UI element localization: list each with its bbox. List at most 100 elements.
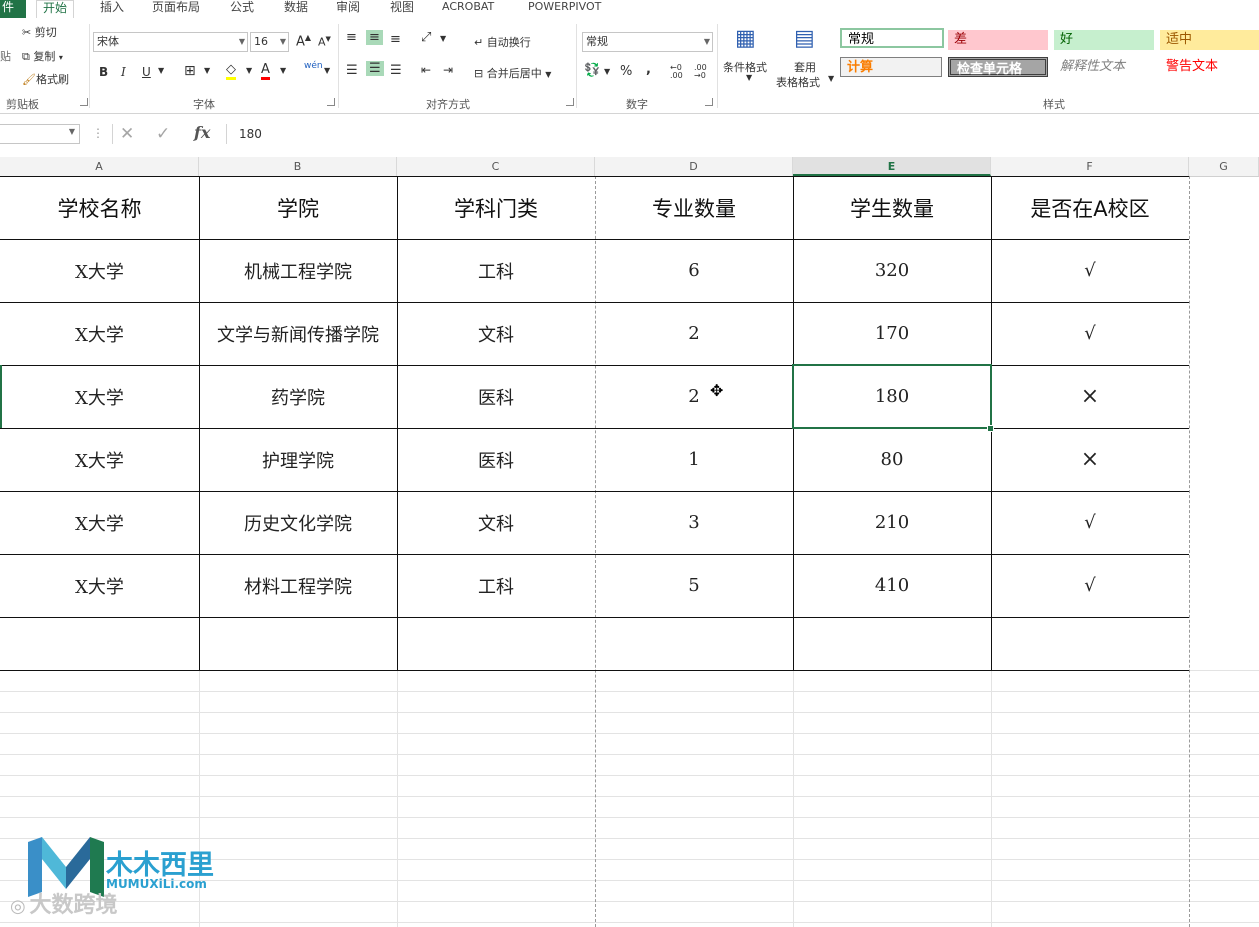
conditional-format-button[interactable]: 条件格式: [723, 59, 767, 75]
table-cell[interactable]: 210: [793, 491, 991, 554]
insert-function-icon[interactable]: fx: [194, 123, 210, 142]
table-cell[interactable]: X大学: [0, 365, 199, 428]
decrease-font-button[interactable]: A▼: [318, 35, 331, 49]
table-cell[interactable]: 410: [793, 554, 991, 617]
table-cell[interactable]: 历史文化学院: [199, 491, 397, 554]
chevron-down-icon[interactable]: ▼: [280, 66, 286, 75]
cut-button[interactable]: ✂ 剪切: [22, 24, 57, 40]
wrap-text-button[interactable]: ↵ 自动换行: [474, 34, 531, 50]
style-check-cell[interactable]: 检查单元格: [948, 57, 1048, 77]
table-header-cell[interactable]: 是否在A校区: [991, 176, 1189, 239]
table-cell[interactable]: 2: [595, 302, 793, 365]
chevron-down-icon[interactable]: ▼: [828, 74, 834, 83]
currency-icon[interactable]: 💱: [584, 63, 600, 78]
style-calculation[interactable]: 计算: [840, 57, 942, 77]
number-format-select[interactable]: 常规 ▼: [582, 32, 713, 52]
format-as-table-icon[interactable]: ▤: [794, 26, 815, 51]
style-bad[interactable]: 差: [948, 30, 1048, 50]
align-left-icon[interactable]: ☰: [346, 63, 358, 78]
font-name-select[interactable]: 宋体 ▼: [93, 32, 248, 52]
name-box[interactable]: ▼: [0, 124, 80, 144]
chevron-down-icon[interactable]: ▼: [158, 66, 164, 75]
bold-button[interactable]: B: [99, 65, 108, 79]
orientation-icon[interactable]: ⤢: [421, 30, 431, 45]
table-cell[interactable]: 工科: [397, 239, 595, 302]
table-cell[interactable]: 护理学院: [199, 428, 397, 491]
table-cell[interactable]: X大学: [0, 491, 199, 554]
merge-center-button[interactable]: ⊟ 合并后居中 ▼: [474, 65, 551, 81]
table-cell[interactable]: 文学与新闻传播学院: [199, 302, 397, 365]
table-header-cell[interactable]: 学院: [199, 176, 397, 239]
table-cell[interactable]: 1: [595, 428, 793, 491]
borders-icon[interactable]: ⊞: [184, 63, 196, 79]
chevron-down-icon[interactable]: ▼: [204, 66, 210, 75]
font-launcher-icon[interactable]: [327, 98, 335, 106]
percent-button[interactable]: %: [620, 64, 632, 79]
cancel-icon[interactable]: ✕: [120, 124, 134, 144]
tab-home[interactable]: 开始: [36, 0, 75, 20]
number-launcher-icon[interactable]: [705, 98, 713, 106]
table-cell[interactable]: 170: [793, 302, 991, 365]
tab-view[interactable]: 视图: [384, 0, 420, 18]
table-cell[interactable]: X大学: [0, 428, 199, 491]
table-cell[interactable]: 药学院: [199, 365, 397, 428]
table-cell[interactable]: 医科: [397, 365, 595, 428]
align-right-icon[interactable]: ☰: [390, 63, 402, 78]
tab-file[interactable]: 件: [0, 0, 26, 18]
table-header-cell[interactable]: 学生数量: [793, 176, 991, 239]
chevron-down-icon[interactable]: ▼: [324, 66, 330, 75]
column-header-c[interactable]: C: [397, 157, 595, 176]
italic-button[interactable]: I: [121, 65, 126, 79]
align-bottom-icon[interactable]: ≡: [390, 32, 401, 47]
fill-color-icon[interactable]: ◇: [226, 62, 236, 80]
worksheet-grid[interactable]: 学校名称 学院 学科门类 专业数量 学生数量 是否在A校区 X大学 机械工程学院 工科 6 320 √…: [0, 176, 1259, 927]
format-painter-button[interactable]: 🖌格式刷: [22, 71, 69, 87]
tab-formulas[interactable]: 公式: [224, 0, 260, 18]
table-cell[interactable]: √: [991, 302, 1189, 365]
table-cell[interactable]: ×: [991, 365, 1189, 428]
enter-icon[interactable]: ✓: [156, 124, 170, 144]
table-cell[interactable]: 5: [595, 554, 793, 617]
table-cell[interactable]: 工科: [397, 554, 595, 617]
alignment-launcher-icon[interactable]: [566, 98, 574, 106]
table-cell[interactable]: 320: [793, 239, 991, 302]
table-cell[interactable]: 3: [595, 491, 793, 554]
table-header-cell[interactable]: 学科门类: [397, 176, 595, 239]
table-cell[interactable]: 医科: [397, 428, 595, 491]
table-cell[interactable]: 6: [595, 239, 793, 302]
column-header-a[interactable]: A: [0, 157, 199, 176]
chevron-down-icon[interactable]: ▼: [246, 66, 252, 75]
fill-handle[interactable]: [987, 425, 994, 432]
tab-powerpivot[interactable]: POWERPIVOT: [522, 0, 607, 18]
column-header-f[interactable]: F: [991, 157, 1189, 176]
pinyin-guide-button[interactable]: wén: [304, 61, 323, 71]
style-explanatory[interactable]: 解释性文本: [1054, 57, 1154, 77]
font-color-button[interactable]: A: [261, 62, 270, 80]
align-top-icon[interactable]: ≡: [346, 30, 357, 45]
table-cell[interactable]: 机械工程学院: [199, 239, 397, 302]
paste-button[interactable]: 贴: [0, 48, 11, 64]
increase-decimal-button[interactable]: ←0 .00: [670, 64, 692, 80]
increase-font-button[interactable]: A▲: [296, 33, 311, 49]
tab-acrobat[interactable]: ACROBAT: [436, 0, 500, 18]
style-good[interactable]: 好: [1054, 30, 1154, 50]
column-header-b[interactable]: B: [199, 157, 397, 176]
format-as-table-line1[interactable]: 套用: [794, 59, 816, 75]
tab-insert[interactable]: 插入: [94, 0, 130, 18]
formula-input[interactable]: 180: [226, 124, 1259, 144]
chevron-down-icon[interactable]: ▼: [746, 73, 752, 82]
align-center-icon[interactable]: ☰: [366, 61, 384, 76]
increase-indent-icon[interactable]: ⇥: [443, 63, 453, 77]
column-header-d[interactable]: D: [595, 157, 793, 176]
column-header-g[interactable]: G: [1189, 157, 1259, 176]
table-cell[interactable]: 2: [595, 365, 793, 428]
style-neutral[interactable]: 适中: [1160, 30, 1259, 50]
chevron-down-icon[interactable]: ▼: [604, 67, 610, 76]
decrease-decimal-button[interactable]: .00 →0: [694, 64, 716, 80]
style-warning[interactable]: 警告文本: [1160, 57, 1259, 77]
column-header-e[interactable]: E: [793, 157, 991, 176]
table-cell[interactable]: √: [991, 491, 1189, 554]
copy-button[interactable]: ⧉ 复制 ▾: [22, 48, 63, 64]
table-cell[interactable]: 文科: [397, 491, 595, 554]
align-middle-icon[interactable]: ≡: [366, 30, 383, 45]
